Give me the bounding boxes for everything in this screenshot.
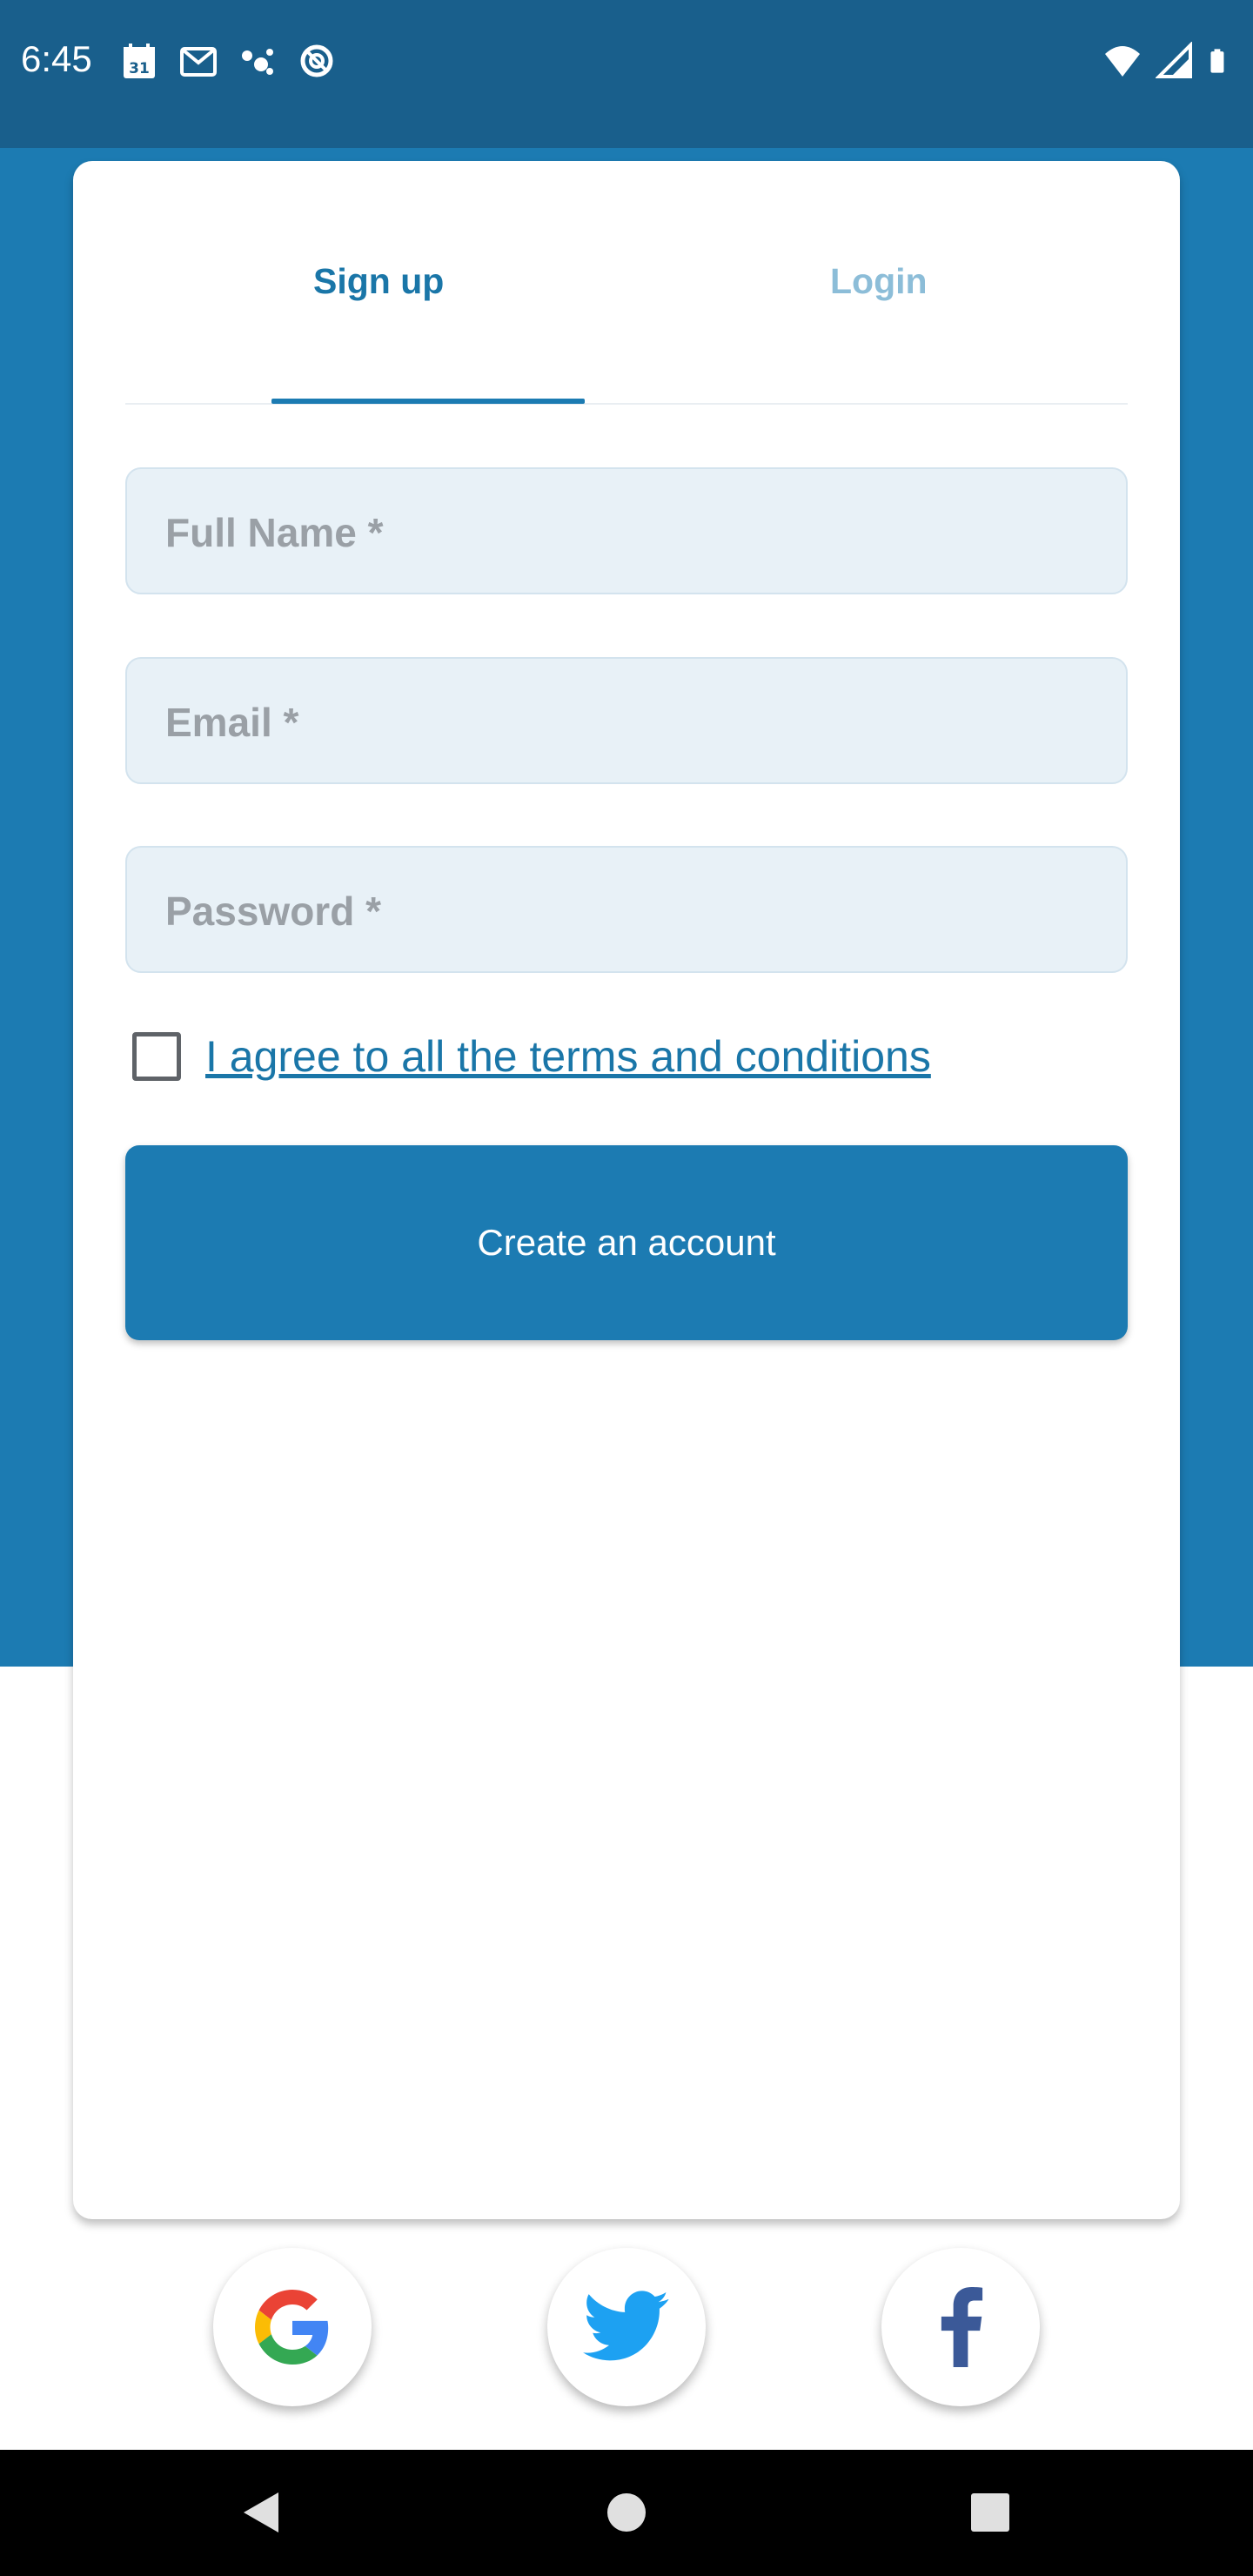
wifi-icon [1105, 46, 1140, 77]
notification-icons: 31 [120, 42, 336, 80]
home-icon[interactable] [606, 2489, 647, 2536]
create-account-button[interactable]: Create an account [125, 1145, 1128, 1340]
twitter-icon [583, 2291, 669, 2361]
system-nav-bar [0, 2450, 1253, 2576]
recents-icon[interactable] [969, 2489, 1011, 2536]
terms-row: I agree to all the terms and conditions [132, 1031, 931, 1082]
facebook-sign-in-button[interactable] [881, 2248, 1040, 2406]
auth-tabs: Sign up Login [125, 161, 1128, 405]
full-name-placeholder: Full Name * [165, 510, 384, 555]
tab-login[interactable]: Login [830, 261, 928, 302]
twitter-sign-in-button[interactable] [547, 2248, 706, 2406]
password-placeholder: Password * [165, 889, 381, 934]
google-icon [255, 2290, 329, 2365]
email-placeholder: Email * [165, 700, 299, 745]
status-bar: 6:45 31 [0, 0, 1253, 148]
password-field[interactable]: Password * [125, 846, 1128, 973]
terms-checkbox[interactable] [132, 1032, 181, 1081]
google-sign-in-button[interactable] [213, 2248, 372, 2406]
back-icon[interactable] [238, 2489, 285, 2536]
system-icons [1102, 42, 1232, 80]
full-name-field[interactable]: Full Name * [125, 467, 1128, 594]
facebook-icon [941, 2287, 983, 2367]
svg-text:31: 31 [129, 60, 150, 77]
gmail-icon [180, 47, 217, 77]
auth-card: Sign up Login Full Name * Email * Passwo… [73, 161, 1180, 2219]
status-time: 6:45 [21, 38, 92, 79]
cell-signal-icon [1156, 42, 1192, 78]
create-account-label: Create an account [477, 1222, 776, 1263]
calendar-icon: 31 [124, 44, 155, 78]
assistant-icon [242, 49, 273, 75]
tab-sign-up[interactable]: Sign up [313, 261, 444, 302]
terms-link[interactable]: I agree to all the terms and conditions [205, 1031, 931, 1082]
battery-icon [1210, 49, 1224, 73]
data-saver-icon [300, 44, 333, 77]
tab-indicator [271, 399, 585, 404]
email-field[interactable]: Email * [125, 657, 1128, 784]
